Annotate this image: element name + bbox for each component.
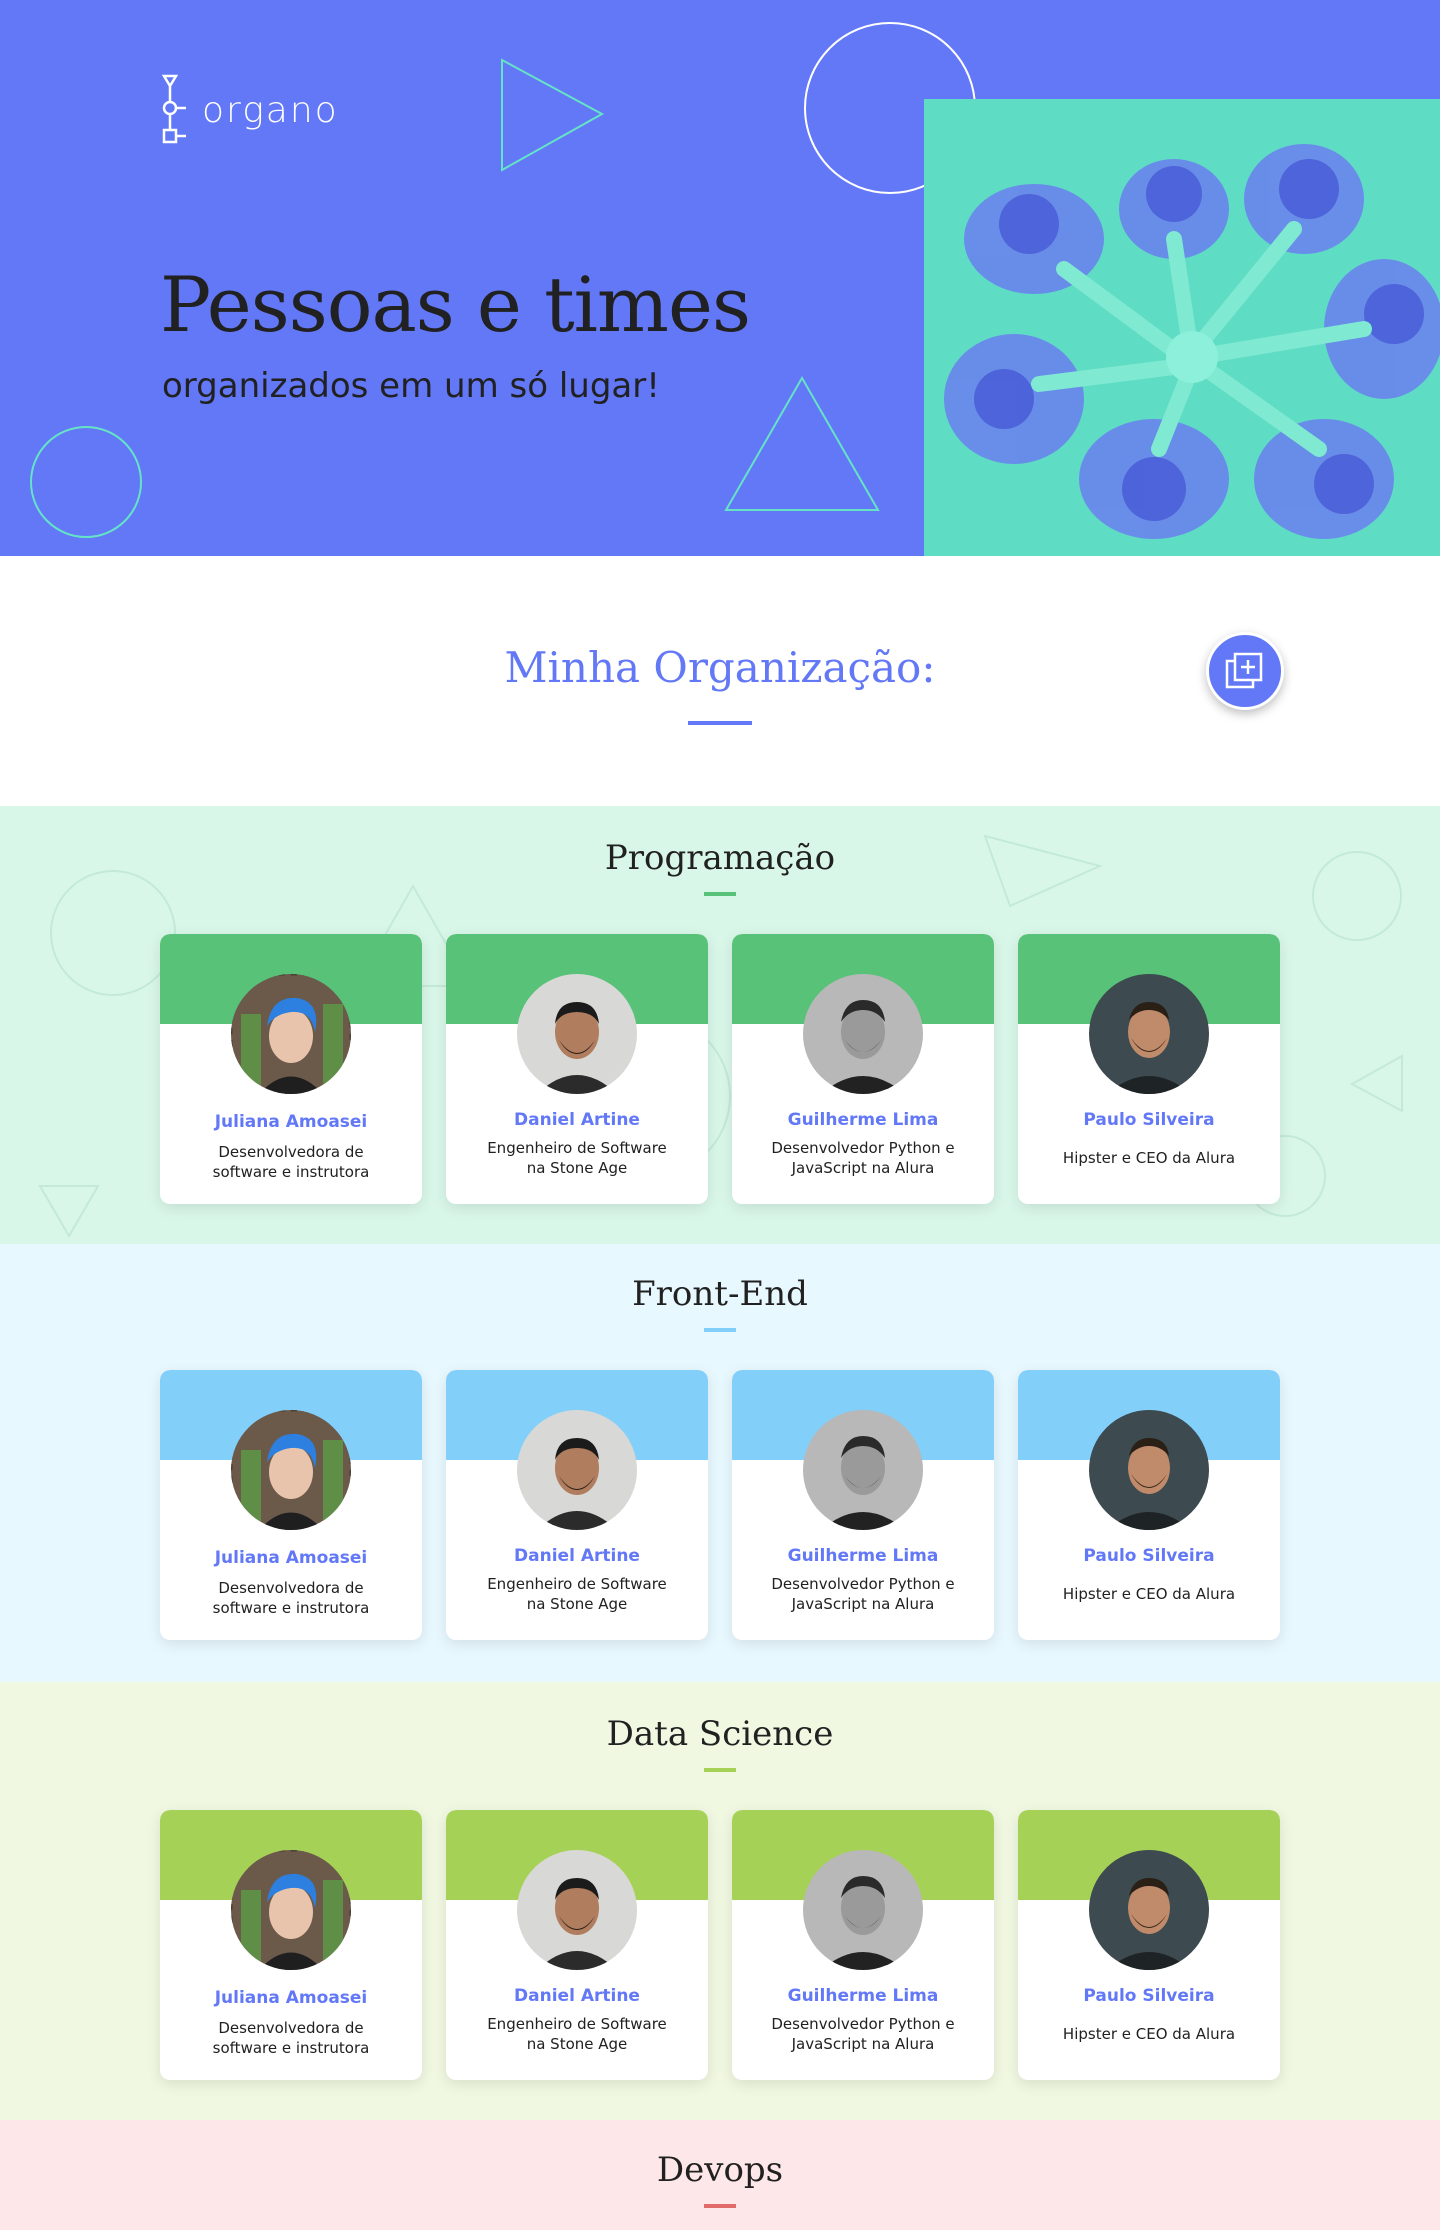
member-name: Paulo Silveira: [1083, 1546, 1215, 1566]
team-section-devops: Devops: [0, 2120, 1440, 2230]
avatar: [231, 1850, 351, 1970]
avatar: [517, 974, 637, 1094]
member-card[interactable]: Guilherme Lima Desenvolvedor Python e Jav…: [732, 934, 994, 1204]
team-section-data-science: Data Science Juliana Amoasei Desenvolved…: [0, 1682, 1440, 2120]
hero-banner: organo Pessoas e times organizados em um…: [0, 0, 1440, 556]
team-photo-icon: [924, 99, 1440, 556]
avatar: [803, 974, 923, 1094]
hero-subtitle: organizados em um só lugar!: [162, 366, 660, 406]
add-collaborator-icon: [1225, 652, 1263, 689]
member-role: Engenheiro de Software na Stone Age: [487, 2015, 667, 2053]
hero-team-photo: [924, 99, 1440, 556]
team-title: Front-End: [632, 1274, 808, 1314]
member-card[interactable]: Juliana Amoasei Desenvolvedora de softwar…: [160, 1370, 422, 1640]
member-card[interactable]: Juliana Amoasei Desenvolvedora de softwar…: [160, 1810, 422, 2080]
team-title: Programação: [604, 838, 836, 878]
member-card[interactable]: Daniel Artine Engenheiro de Software na S…: [446, 1810, 708, 2080]
title-underline: [688, 721, 752, 725]
avatar: [1089, 1410, 1209, 1530]
member-role: Hipster e CEO da Alura: [1062, 1149, 1236, 1167]
member-card[interactable]: Guilherme Lima Desenvolvedor Python e Jav…: [732, 1810, 994, 2080]
team-cards: Juliana Amoasei Desenvolvedora de softwar…: [160, 1810, 1280, 2080]
team-title-underline: [704, 892, 736, 896]
member-role: Engenheiro de Software na Stone Age: [487, 1139, 667, 1177]
logo-text: organo: [202, 89, 339, 131]
member-name: Paulo Silveira: [1083, 1986, 1215, 2006]
team-section-front-end: Front-End Juliana Amoasei Desenvolvedora…: [0, 1244, 1440, 1682]
member-name: Daniel Artine: [514, 1986, 640, 2006]
member-card[interactable]: Paulo Silveira Hipster e CEO da Alura: [1018, 1370, 1280, 1640]
member-card[interactable]: Paulo Silveira Hipster e CEO da Alura: [1018, 934, 1280, 1204]
avatar: [1089, 1850, 1209, 1970]
member-name: Guilherme Lima: [787, 1110, 939, 1130]
member-role: Desenvolvedor Python e JavaScript na Alur…: [771, 2015, 955, 2053]
add-collaborator-button[interactable]: [1206, 632, 1284, 710]
hero-title: Pessoas e times: [160, 260, 751, 349]
member-name: Juliana Amoasei: [214, 1112, 368, 1132]
triangle-outline-icon: [501, 58, 605, 172]
avatar: [803, 1850, 923, 1970]
team-cards: Juliana Amoasei Desenvolvedora de softwar…: [160, 934, 1280, 1204]
member-card[interactable]: Guilherme Lima Desenvolvedor Python e Jav…: [732, 1370, 994, 1640]
avatar: [803, 1410, 923, 1530]
member-card[interactable]: Daniel Artine Engenheiro de Software na S…: [446, 1370, 708, 1640]
team-title: Devops: [656, 2150, 784, 2190]
member-name: Juliana Amoasei: [214, 1988, 368, 2008]
logo[interactable]: organo: [160, 74, 339, 146]
member-role: Hipster e CEO da Alura: [1062, 1585, 1236, 1603]
member-name: Daniel Artine: [514, 1546, 640, 1566]
member-role: Desenvolvedora de software e instrutora: [212, 1143, 370, 1181]
member-role: Desenvolvedor Python e JavaScript na Alur…: [771, 1575, 955, 1613]
circle-outline-icon: [30, 426, 142, 538]
team-title: Data Science: [606, 1714, 834, 1754]
member-role: Engenheiro de Software na Stone Age: [487, 1575, 667, 1613]
team-section-programacao: Programação Juliana Amoasei Desenvolvedo…: [0, 806, 1440, 1244]
member-role: Hipster e CEO da Alura: [1062, 2025, 1236, 2043]
member-name: Paulo Silveira: [1083, 1110, 1215, 1130]
member-name: Juliana Amoasei: [214, 1548, 368, 1568]
avatar: [231, 1410, 351, 1530]
triangle-outline-icon: [724, 375, 880, 511]
team-title-underline: [704, 2204, 736, 2208]
member-name: Guilherme Lima: [787, 1986, 939, 2006]
avatar: [1089, 974, 1209, 1094]
member-card[interactable]: Paulo Silveira Hipster e CEO da Alura: [1018, 1810, 1280, 2080]
avatar: [231, 974, 351, 1094]
member-name: Guilherme Lima: [787, 1546, 939, 1566]
team-title-underline: [704, 1768, 736, 1772]
member-name: Daniel Artine: [514, 1110, 640, 1130]
team-title-underline: [704, 1328, 736, 1332]
team-cards: Juliana Amoasei Desenvolvedora de softwar…: [160, 1370, 1280, 1640]
member-role: Desenvolvedora de software e instrutora: [212, 1579, 370, 1617]
member-role: Desenvolvedor Python e JavaScript na Alur…: [771, 1139, 955, 1177]
member-role: Desenvolvedora de software e instrutora: [212, 2019, 370, 2057]
member-card[interactable]: Daniel Artine Engenheiro de Software na S…: [446, 934, 708, 1204]
avatar: [517, 1850, 637, 1970]
logo-mark-icon: [161, 74, 186, 144]
avatar: [517, 1410, 637, 1530]
member-card[interactable]: Juliana Amoasei Desenvolvedora de softwar…: [160, 934, 422, 1204]
